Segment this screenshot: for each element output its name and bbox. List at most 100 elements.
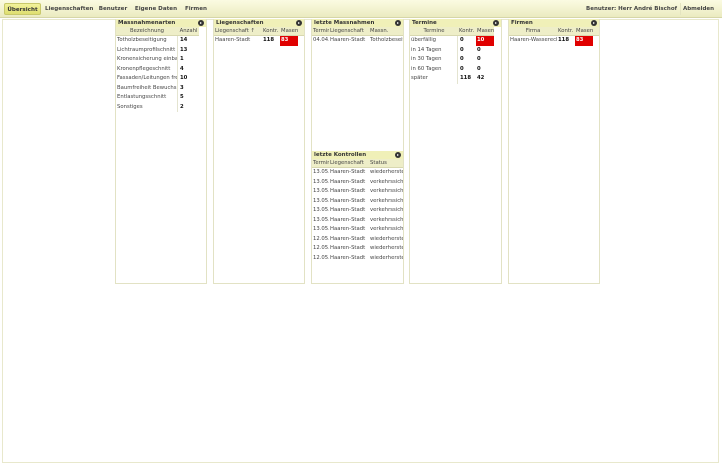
table-row[interactable]: 13.05.2Haaren-Stadt verkehrssiche <box>312 197 403 207</box>
column-header-kontr[interactable]: Kontr. <box>458 27 476 35</box>
column-header-termin[interactable]: Termin <box>312 159 329 167</box>
row-liegenschaft: Haaren-Stadt <box>330 216 366 223</box>
table-row[interactable]: überfällig 0 10 <box>410 36 494 46</box>
table-row[interactable]: 12.05.2Haaren-Stadt wiederherstel <box>312 235 403 245</box>
table-row[interactable]: in 60 Tagen 0 0 <box>410 64 494 74</box>
row-liegenschaft: Haaren-Stadt <box>330 226 366 232</box>
tab-uebersicht[interactable]: Übersicht <box>4 3 41 15</box>
row-liegenschaft: Haaren-Stadt <box>330 178 366 185</box>
row-status: verkehrssiche <box>370 226 403 232</box>
row-status: verkehrssiche <box>370 216 403 223</box>
firmen-panel: Firmen Firma Kontr. Masen. Haaren-Wasser… <box>509 19 599 46</box>
row-kontr: 0 <box>460 56 464 62</box>
column-header-masen[interactable]: Masen. <box>575 27 593 35</box>
row-masen: 0 <box>477 56 481 62</box>
table-row[interactable]: 04.04.2 Haaren-Stadt Totholzbeseit <box>312 36 403 46</box>
panel-title: Massnahmenarten <box>118 20 176 26</box>
table-row[interactable]: Baumfreiheit Bewuchs entf.3 <box>116 83 199 93</box>
row-termin: 13.05.2 <box>313 178 329 185</box>
table-row[interactable]: Entlastungsschnitt 5 <box>116 93 199 103</box>
column-header-firma[interactable]: Firma <box>509 27 557 35</box>
table-row[interactable]: Kronenpflegeschnitt 4 <box>116 64 199 74</box>
row-termin: 12.05.2 <box>313 235 329 242</box>
expand-arrow-icon[interactable] <box>591 20 597 26</box>
letzte-massnahmen-panel: letzte Massnahmen Termin Liegenschaft Ma… <box>312 19 403 46</box>
row-label: Kronensicherung einbauen <box>116 55 178 65</box>
table-row[interactable]: 13.05.2Haaren-Stadt verkehrssiche <box>312 178 403 188</box>
expand-arrow-icon[interactable] <box>296 20 302 26</box>
tab-liegenschaften[interactable]: Liegenschaften <box>45 3 93 15</box>
panel-header: Liegenschaften <box>214 19 304 27</box>
column-header-anzahl[interactable]: Anzahl <box>178 27 199 35</box>
row-label: Sonstiges <box>116 102 178 112</box>
column-header-liegenschaft[interactable]: Liegenschaft <box>329 159 369 167</box>
table-row[interactable]: 13.05.2Haaren-Stadt verkehrssiche <box>312 216 403 226</box>
row-count: 2 <box>180 103 184 110</box>
column-header-liegenschaft[interactable]: Liegenschaft <box>329 27 369 35</box>
row-kontr: 118 <box>263 37 275 43</box>
column-header-kontr[interactable]: Kontr. <box>557 27 575 35</box>
column-2 <box>213 19 305 284</box>
expand-arrow-icon[interactable] <box>493 20 499 26</box>
table-header: Termine Kontr. Masen. <box>410 27 494 36</box>
row-masen: 42 <box>477 75 485 81</box>
row-status: wiederherstel <box>370 235 403 242</box>
table-row[interactable]: in 14 Tagen 0 0 <box>410 45 494 55</box>
column-header-bezeichnung[interactable]: Bezeichnung <box>116 27 178 35</box>
table-row[interactable]: 13.05.2Haaren-Stadt wiederherstel <box>312 168 403 178</box>
table-row[interactable]: Lichtraumprofilschnitt 13 <box>116 45 199 55</box>
expand-arrow-icon[interactable] <box>395 152 401 158</box>
row-firma: Haaren-Wasserecht <box>510 37 557 43</box>
column-header-masen[interactable]: Masen. <box>280 27 298 35</box>
logout-button[interactable]: Abmelden <box>680 3 716 15</box>
row-label: in 60 Tagen <box>410 64 458 74</box>
massnahmenarten-panel: Massnahmenarten Bezeichnung Anzahl Totho… <box>116 19 206 112</box>
column-header-massn[interactable]: Massn. <box>369 27 403 35</box>
row-masen-alert: 83 <box>280 36 298 46</box>
row-termin: 12.05.2 <box>313 245 329 251</box>
row-liegenschaft: Haaren-Stadt <box>330 188 366 194</box>
table-row[interactable]: Kronensicherung einbauen1 <box>116 55 199 65</box>
row-termin: 13.05.2 <box>313 188 329 194</box>
table-header: Termin Liegenschaft Status <box>312 159 403 168</box>
table-row[interactable]: Haaren-Wasserecht 118 83 <box>509 36 599 46</box>
table-row[interactable]: in 30 Tagen 0 0 <box>410 55 494 65</box>
table-row[interactable]: 13.05.2Haaren-Stadt verkehrssiche <box>312 225 403 235</box>
table-row[interactable]: 13.05.2Haaren-Stadt verkehrssiche <box>312 206 403 216</box>
row-count: 13 <box>180 46 188 53</box>
expand-arrow-icon[interactable] <box>198 20 204 26</box>
column-header-liegenschaft[interactable]: Liegenschaft ↑ <box>214 27 262 35</box>
row-label: Totholzbeseitigung <box>116 36 178 46</box>
row-label: in 14 Tagen <box>410 45 458 55</box>
table-row[interactable]: später 118 42 <box>410 74 494 84</box>
column-header-masen[interactable]: Masen. <box>476 27 494 35</box>
liegenschaften-panel: Liegenschaften Liegenschaft ↑ Kontr. Mas… <box>214 19 304 46</box>
termine-panel: Termine Termine Kontr. Masen. überfällig… <box>410 19 501 84</box>
tab-benutzer[interactable]: Benutzer <box>97 3 129 15</box>
table-row[interactable]: Sonstiges 2 <box>116 102 199 112</box>
row-massn: Totholzbeseit <box>370 37 403 43</box>
panel-header: letzte Kontrollen <box>312 151 403 159</box>
column-header-status[interactable]: Status <box>369 159 403 167</box>
row-liegenschaft: Haaren-Stadt <box>330 254 366 261</box>
top-navigation-bar: Übersicht Liegenschaften Benutzer Eigene… <box>0 0 722 18</box>
table-header: Termin Liegenschaft Massn. <box>312 27 403 36</box>
row-count: 14 <box>180 37 188 43</box>
row-count: 1 <box>180 56 184 62</box>
table-row[interactable]: Totholzbeseitigung 14 <box>116 36 199 46</box>
column-header-termin[interactable]: Termin <box>312 27 329 35</box>
column-header-kontr[interactable]: Kontr. <box>262 27 280 35</box>
table-row[interactable]: Fassaden/Leitungen freisch.10 <box>116 74 199 84</box>
column-header-termine[interactable]: Termine <box>410 27 458 35</box>
row-label: Baumfreiheit Bewuchs entf. <box>116 83 178 93</box>
table-row[interactable]: 12.05.2Haaren-Stadt wiederherstel <box>312 254 403 264</box>
table-row[interactable]: 13.05.2Haaren-Stadt verkehrssiche <box>312 187 403 197</box>
table-header: Bezeichnung Anzahl <box>116 27 199 36</box>
expand-arrow-icon[interactable] <box>395 20 401 26</box>
tab-firmen[interactable]: Firmen <box>182 3 210 15</box>
row-kontr: 118 <box>558 37 570 43</box>
row-liegenschaft: Haaren-Stadt <box>330 197 366 204</box>
table-row[interactable]: Haaren-Stadt 118 83 <box>214 36 304 46</box>
tab-eigene-daten[interactable]: Eigene Daten <box>134 3 178 15</box>
table-row[interactable]: 12.05.2Haaren-Stadt wiederherstel <box>312 244 403 254</box>
